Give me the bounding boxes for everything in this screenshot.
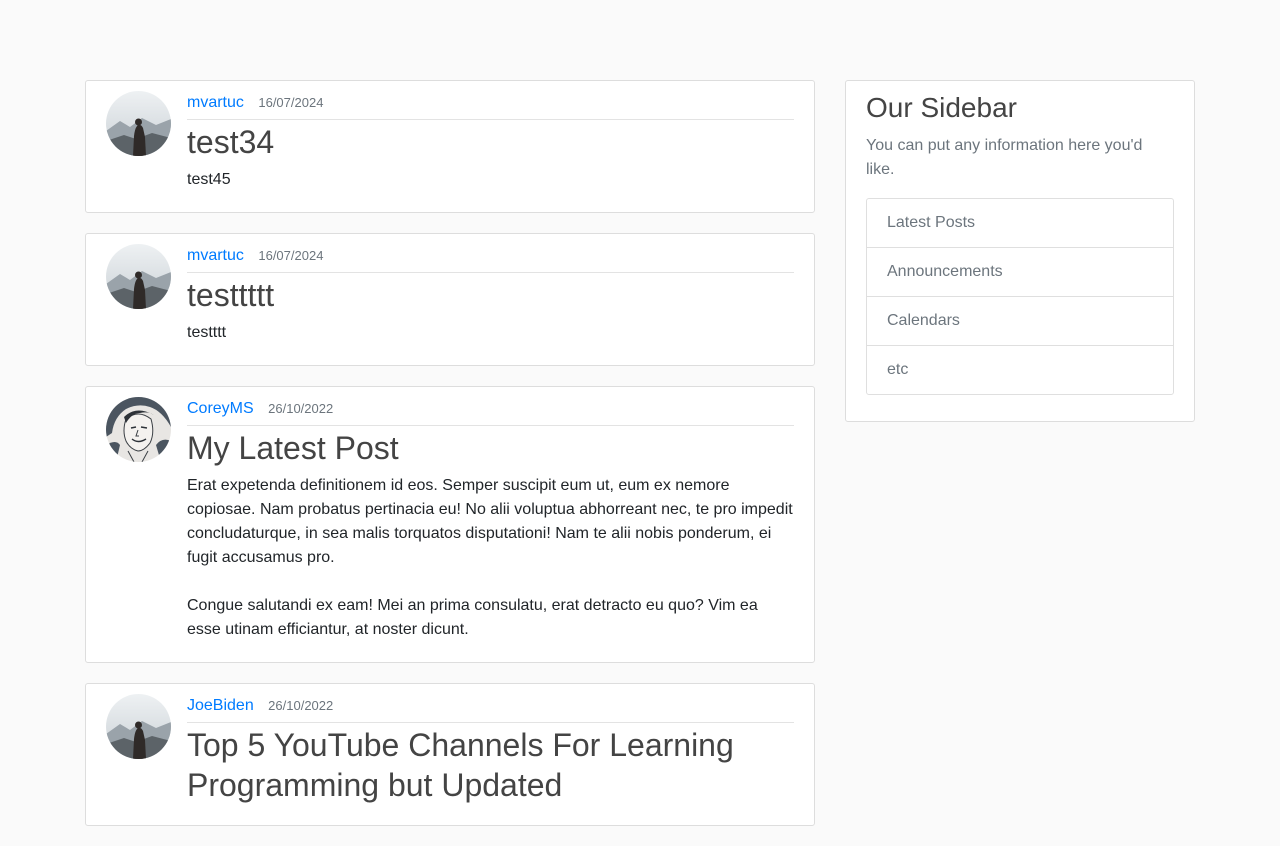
post-content: test45 xyxy=(187,168,794,192)
post-date: 16/07/2024 xyxy=(258,95,324,110)
post-card: mvartuc 16/07/2024 test34 test45 xyxy=(85,80,815,213)
post-card: CoreyMS 26/10/2022 My Latest Post Erat e… xyxy=(85,386,815,663)
post-title[interactable]: test34 xyxy=(187,122,794,162)
author-avatar[interactable] xyxy=(106,244,171,309)
post-title[interactable]: My Latest Post xyxy=(187,428,794,468)
post-meta: CoreyMS 26/10/2022 xyxy=(187,397,794,426)
mountain-silhouette-avatar-icon xyxy=(106,694,171,759)
post-title[interactable]: testtttt xyxy=(187,275,794,315)
post-card: JoeBiden 26/10/2022 Top 5 YouTube Channe… xyxy=(85,683,815,826)
post-card: mvartuc 16/07/2024 testtttt testttt xyxy=(85,233,815,366)
post-paragraph: Erat expetenda definitionem id eos. Semp… xyxy=(187,477,793,566)
post-date: 26/10/2022 xyxy=(268,698,334,713)
author-avatar[interactable] xyxy=(106,397,171,462)
author-link[interactable]: mvartuc xyxy=(187,247,244,264)
portrait-sketch-avatar-icon xyxy=(106,397,171,462)
sidebar-title: Our Sidebar xyxy=(866,92,1017,123)
post-date: 16/07/2024 xyxy=(258,248,324,263)
mountain-silhouette-avatar-icon xyxy=(106,244,171,309)
post-paragraph: testttt xyxy=(187,324,227,341)
sidebar-item-etc[interactable]: etc xyxy=(867,346,1173,394)
post-content: testttt xyxy=(187,321,794,345)
sidebar-item-calendars[interactable]: Calendars xyxy=(867,297,1173,346)
post-meta: mvartuc 16/07/2024 xyxy=(187,91,794,120)
post-content: Erat expetenda definitionem id eos. Semp… xyxy=(187,474,794,642)
sidebar: Our Sidebar You can put any information … xyxy=(845,80,1195,422)
post-date: 26/10/2022 xyxy=(268,401,334,416)
post-meta: mvartuc 16/07/2024 xyxy=(187,244,794,273)
author-avatar[interactable] xyxy=(106,91,171,156)
post-title[interactable]: Top 5 YouTube Channels For Learning Prog… xyxy=(187,725,794,805)
sidebar-description: You can put any information here you'd l… xyxy=(866,137,1143,178)
sidebar-list: Latest Posts Announcements Calendars etc xyxy=(866,198,1174,395)
post-paragraph: Congue salutandi ex eam! Mei an prima co… xyxy=(187,597,758,638)
author-avatar[interactable] xyxy=(106,694,171,759)
post-paragraph: test45 xyxy=(187,171,231,188)
post-meta: JoeBiden 26/10/2022 xyxy=(187,694,794,723)
post-feed: mvartuc 16/07/2024 test34 test45 mvartuc xyxy=(85,80,815,846)
mountain-silhouette-avatar-icon xyxy=(106,91,171,156)
sidebar-item-latest-posts[interactable]: Latest Posts xyxy=(867,199,1173,248)
author-link[interactable]: CoreyMS xyxy=(187,400,254,417)
author-link[interactable]: JoeBiden xyxy=(187,697,254,714)
author-link[interactable]: mvartuc xyxy=(187,94,244,111)
sidebar-item-announcements[interactable]: Announcements xyxy=(867,248,1173,297)
